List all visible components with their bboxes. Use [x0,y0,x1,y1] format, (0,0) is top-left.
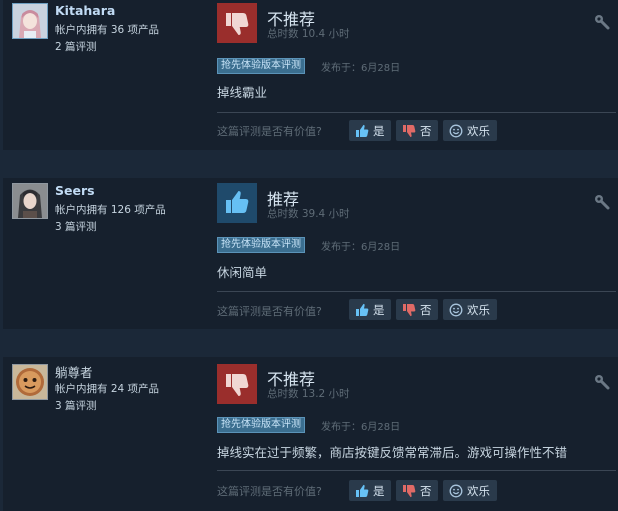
vote-no-button[interactable]: 否 [396,120,438,141]
vote-funny-button[interactable]: 欢乐 [443,299,497,320]
posted-date: 发布于：6月28日 [321,63,401,74]
review-count[interactable]: 3 篇评测 [55,219,97,234]
thumbs-up-icon [355,303,369,317]
vote-yes-label: 是 [373,302,385,317]
smiley-icon [449,124,463,138]
early-access-badge: 抢先体验版本评测 [217,58,305,74]
review-count[interactable]: 3 篇评测 [55,398,97,413]
helpful-question: 这篇评测是否有价值? [217,305,322,318]
vote-no-label: 否 [420,123,432,138]
review-card: Seers 帐户内拥有 126 项产品 3 篇评测 推荐 总时数 39.4 小时… [3,178,618,329]
thumbs-down-icon [402,303,416,317]
divider [217,470,616,471]
products-owned[interactable]: 帐户内拥有 36 项产品 [55,22,159,37]
helpful-question: 这篇评测是否有价值? [217,125,322,138]
divider [217,291,616,292]
helpful-question: 这篇评测是否有价值? [217,485,322,498]
vote-funny-label: 欢乐 [467,302,490,317]
thumbs-down-icon [402,124,416,138]
wrench-icon[interactable] [594,14,610,30]
products-owned[interactable]: 帐户内拥有 24 项产品 [55,381,159,396]
vote-yes-label: 是 [373,483,385,498]
vote-no-label: 否 [420,302,432,317]
vote-yes-label: 是 [373,123,385,138]
early-access-badge: 抢先体验版本评测 [217,237,305,253]
hours-played: 总时数 13.2 小时 [267,388,350,400]
review-text: 掉线霸业 [217,85,268,100]
thumbs-down-icon[interactable] [217,3,257,43]
vote-funny-label: 欢乐 [467,123,490,138]
review-text: 掉线实在过于频繁，商店按键反馈常常滞后。游戏可操作性不错 [217,445,568,460]
thumbs-down-icon[interactable] [217,364,257,404]
avatar[interactable] [12,3,48,39]
vote-yes-button[interactable]: 是 [349,480,391,501]
vote-no-label: 否 [420,483,432,498]
thumbs-down-icon [402,484,416,498]
vote-no-button[interactable]: 否 [396,480,438,501]
divider [217,112,616,113]
smiley-icon [449,484,463,498]
vote-yes-button[interactable]: 是 [349,299,391,320]
review-text: 休闲简单 [217,265,268,280]
thumbs-up-icon [355,124,369,138]
posted-date: 发布于：6月28日 [321,242,401,253]
vote-funny-label: 欢乐 [467,483,490,498]
products-owned[interactable]: 帐户内拥有 126 项产品 [55,202,166,217]
username[interactable]: 躺尊者 [55,362,93,381]
vote-funny-button[interactable]: 欢乐 [443,480,497,501]
vote-funny-button[interactable]: 欢乐 [443,120,497,141]
username[interactable]: Seers [55,183,95,198]
thumbs-up-icon [355,484,369,498]
review-card: Kitahara 帐户内拥有 36 项产品 2 篇评测 不推荐 总时数 10.4… [3,0,618,150]
wrench-icon[interactable] [594,374,610,390]
vote-yes-button[interactable]: 是 [349,120,391,141]
hours-played: 总时数 39.4 小时 [267,208,350,220]
avatar[interactable] [12,364,48,400]
early-access-badge: 抢先体验版本评测 [217,417,305,433]
avatar[interactable] [12,183,48,219]
thumbs-up-icon[interactable] [217,183,257,223]
vote-no-button[interactable]: 否 [396,299,438,320]
smiley-icon [449,303,463,317]
posted-date: 发布于：6月28日 [321,422,401,433]
review-count[interactable]: 2 篇评测 [55,39,97,54]
username[interactable]: Kitahara [55,3,115,18]
hours-played: 总时数 10.4 小时 [267,28,350,40]
wrench-icon[interactable] [594,194,610,210]
review-card: 躺尊者 帐户内拥有 24 项产品 3 篇评测 不推荐 总时数 13.2 小时 抢… [3,357,618,511]
